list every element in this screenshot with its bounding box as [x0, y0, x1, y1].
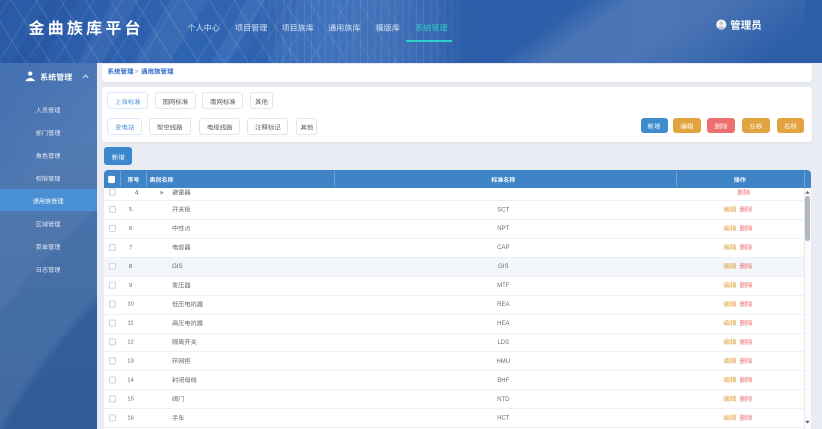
svg-text:4: 4 — [135, 189, 139, 196]
svg-text:REA: REA — [497, 302, 509, 308]
svg-text:15: 15 — [127, 396, 133, 402]
svg-text:GIS: GIS — [172, 263, 183, 270]
svg-text:>: > — [135, 69, 139, 76]
svg-text:11: 11 — [128, 321, 134, 327]
svg-text:14: 14 — [127, 378, 133, 384]
svg-text:6: 6 — [129, 226, 132, 232]
svg-text:NPT: NPT — [497, 226, 509, 232]
svg-text:5: 5 — [129, 207, 132, 213]
svg-text:HCT: HCT — [497, 416, 510, 422]
svg-text:16: 16 — [127, 415, 133, 421]
svg-text:MTF: MTF — [497, 283, 510, 289]
svg-text:SCT: SCT — [497, 207, 509, 213]
svg-text:NTD: NTD — [497, 397, 510, 403]
svg-text:9: 9 — [129, 283, 132, 289]
svg-text:8: 8 — [129, 264, 132, 270]
svg-text:HMU: HMU — [496, 359, 510, 365]
svg-text:12: 12 — [127, 340, 133, 346]
svg-text:GIS: GIS — [498, 264, 508, 270]
svg-text:BHF: BHF — [497, 378, 509, 384]
svg-text:LDS: LDS — [497, 340, 509, 346]
svg-text:13: 13 — [127, 359, 133, 365]
svg-text:7: 7 — [129, 245, 132, 251]
svg-text:CAP: CAP — [497, 245, 509, 251]
svg-text:HEA: HEA — [497, 321, 509, 327]
svg-text:10: 10 — [127, 302, 133, 308]
